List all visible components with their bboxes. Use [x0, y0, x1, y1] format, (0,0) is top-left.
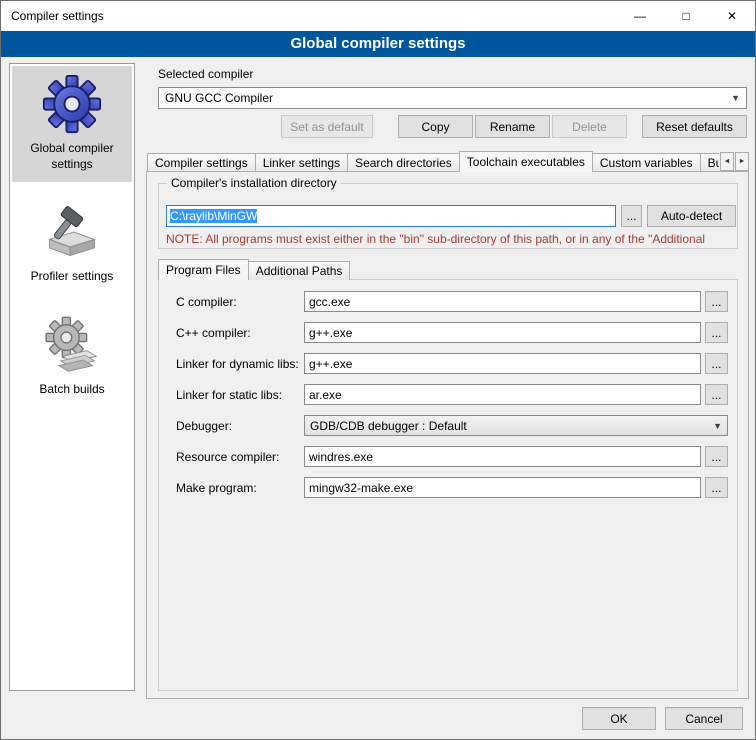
- page-title: Global compiler settings: [1, 31, 755, 57]
- sidebar-item-global-compiler-settings[interactable]: Global compiler settings: [12, 66, 132, 182]
- set-as-default-button[interactable]: Set as default: [281, 115, 373, 138]
- maximize-button[interactable]: □: [663, 1, 709, 31]
- linker-dynamic-browse-button[interactable]: ...: [705, 353, 728, 374]
- close-button[interactable]: ✕: [709, 1, 755, 31]
- delete-button[interactable]: Delete: [552, 115, 627, 138]
- tab-custom-variables[interactable]: Custom variables: [592, 153, 701, 172]
- profiler-hammer-icon: [42, 202, 102, 262]
- c-compiler-browse-button[interactable]: ...: [705, 291, 728, 312]
- tab-program-files[interactable]: Program Files: [158, 259, 249, 280]
- caption-buttons: — □ ✕: [617, 1, 755, 31]
- make-program-label: Make program:: [176, 481, 257, 495]
- tab-toolchain-executables[interactable]: Toolchain executables: [459, 151, 593, 172]
- ok-button[interactable]: OK: [582, 707, 656, 730]
- c-compiler-input[interactable]: [304, 291, 701, 312]
- linker-static-browse-button[interactable]: ...: [705, 384, 728, 405]
- blue-gear-icon: [42, 74, 102, 134]
- titlebar: Compiler settings — □ ✕: [1, 1, 755, 31]
- installation-directory-selected-text: C:\raylib\MinGW: [170, 209, 257, 223]
- selected-compiler-dropdown[interactable]: GNU GCC Compiler ▼: [158, 87, 747, 109]
- bin-subdirectory-note: NOTE: All programs must exist either in …: [166, 232, 732, 246]
- auto-detect-button[interactable]: Auto-detect: [647, 205, 736, 227]
- tab-additional-paths[interactable]: Additional Paths: [248, 261, 351, 280]
- compiler-settings-dialog: Compiler settings — □ ✕ Global compiler …: [0, 0, 756, 740]
- debugger-value: GDB/CDB debugger : Default: [310, 419, 467, 433]
- compiler-buttons-row: Set as default Copy Rename Delete Reset …: [158, 115, 747, 138]
- resource-compiler-input[interactable]: [304, 446, 701, 467]
- c-compiler-label: C compiler:: [176, 295, 237, 309]
- window-title: Compiler settings: [1, 9, 104, 23]
- cpp-compiler-label: C++ compiler:: [176, 326, 251, 340]
- linker-dynamic-input[interactable]: [304, 353, 701, 374]
- resource-compiler-browse-button[interactable]: ...: [705, 446, 728, 467]
- tab-linker-settings[interactable]: Linker settings: [255, 153, 348, 172]
- tab-search-directories[interactable]: Search directories: [347, 153, 460, 172]
- installation-directory-browse-button[interactable]: ...: [621, 205, 642, 227]
- chevron-down-icon: ▼: [713, 421, 722, 431]
- selected-compiler-value: GNU GCC Compiler: [165, 91, 273, 105]
- make-program-browse-button[interactable]: ...: [705, 477, 728, 498]
- settings-sidebar: Global compiler settings Profiler settin…: [9, 63, 135, 691]
- tab-scroll-right-button[interactable]: ►: [735, 152, 749, 171]
- linker-static-label: Linker for static libs:: [176, 388, 282, 402]
- installation-directory-input[interactable]: C:\raylib\MinGW: [166, 205, 616, 227]
- reset-defaults-button[interactable]: Reset defaults: [642, 115, 747, 138]
- program-files-tabstrip: Program Files Additional Paths: [158, 259, 349, 280]
- copy-button[interactable]: Copy: [398, 115, 473, 138]
- cancel-button[interactable]: Cancel: [665, 707, 743, 730]
- debugger-label: Debugger:: [176, 419, 232, 433]
- rename-button[interactable]: Rename: [475, 115, 550, 138]
- debugger-dropdown[interactable]: GDB/CDB debugger : Default ▼: [304, 415, 728, 436]
- minimize-button[interactable]: —: [617, 1, 663, 31]
- tab-compiler-settings[interactable]: Compiler settings: [147, 153, 256, 172]
- make-program-input[interactable]: [304, 477, 701, 498]
- chevron-down-icon: ▼: [731, 93, 740, 103]
- cpp-compiler-browse-button[interactable]: ...: [705, 322, 728, 343]
- sidebar-item-label: Global compiler settings: [14, 141, 130, 172]
- sidebar-item-batch-builds[interactable]: Batch builds: [12, 307, 132, 408]
- linker-static-input[interactable]: [304, 384, 701, 405]
- sidebar-item-label: Profiler settings: [31, 269, 114, 285]
- sidebar-item-label: Batch builds: [39, 382, 104, 398]
- sidebar-item-profiler-settings[interactable]: Profiler settings: [12, 194, 132, 295]
- batch-builds-gear-icon: [42, 315, 102, 375]
- cpp-compiler-input[interactable]: [304, 322, 701, 343]
- installation-directory-label: Compiler's installation directory: [167, 176, 341, 190]
- tab-scroll-left-button[interactable]: ◄: [720, 152, 734, 171]
- linker-dynamic-label: Linker for dynamic libs:: [176, 357, 299, 371]
- dialog-footer: OK Cancel: [582, 707, 743, 730]
- resource-compiler-label: Resource compiler:: [176, 450, 279, 464]
- selected-compiler-label: Selected compiler: [158, 67, 253, 81]
- tab-build-options-clipped[interactable]: Buil: [700, 153, 719, 172]
- settings-tabstrip: Compiler settings Linker settings Search…: [147, 151, 719, 172]
